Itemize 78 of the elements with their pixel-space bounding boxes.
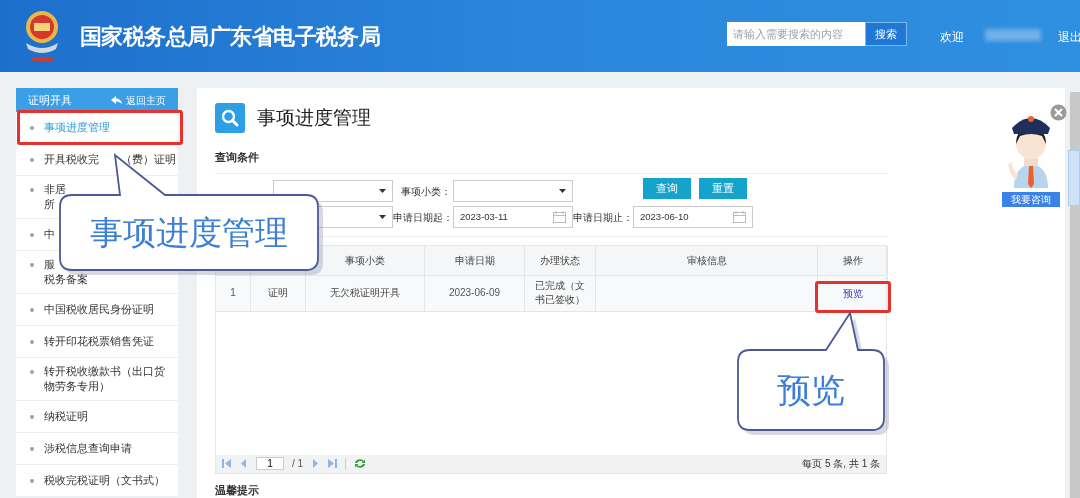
dropdown-caret-icon: [379, 189, 386, 194]
welcome-text: 欢迎: [940, 29, 964, 46]
calendar-icon: [553, 211, 566, 224]
select-field[interactable]: [453, 180, 573, 203]
field-label: 申请日期止：: [573, 211, 631, 226]
sidebar-item[interactable]: 转开印花税票销售凭证: [16, 326, 178, 358]
reply-arrow-icon: [111, 95, 122, 105]
table-cell: 无欠税证明开具: [330, 286, 400, 300]
search-icon: [215, 102, 245, 133]
table-cell-text: 已完成（文书已签收）: [534, 279, 586, 307]
column-header: 办理状态: [540, 253, 580, 268]
callout-text: 预览: [777, 369, 845, 411]
sidebar-item-text: 纳税证明: [44, 409, 88, 424]
column-header: 事项小类: [345, 253, 385, 268]
sidebar-item-text: （费）证明: [121, 152, 176, 167]
pager-summary: 每页 5 条, 共 1 条: [802, 457, 880, 471]
section-heading: 温馨提示: [215, 482, 260, 498]
table-cell: 1: [230, 286, 236, 300]
page-field[interactable]: 1: [256, 457, 284, 470]
bullet-icon: [30, 447, 34, 451]
sidebar-item[interactable]: 税收完税证明（文书式）: [16, 465, 178, 497]
field-label: 申请日期起：: [393, 211, 451, 226]
column-header: 申请日期: [454, 253, 495, 268]
field-label: 事项小类：: [400, 185, 451, 200]
preview-link[interactable]: 预览: [842, 285, 863, 301]
bullet-icon: [30, 415, 34, 419]
bullet-icon: [30, 188, 34, 192]
refresh-icon[interactable]: [354, 458, 367, 469]
bullet-icon: [30, 263, 34, 267]
sidebar-item-text: 转开印花税票销售凭证: [44, 334, 154, 349]
sidebar-item[interactable]: 中国税收居民身份证明: [16, 294, 178, 326]
close-icon[interactable]: [1050, 104, 1067, 121]
side-tab[interactable]: [1068, 150, 1080, 206]
bullet-icon: [30, 370, 34, 374]
bullet-icon: [30, 158, 34, 162]
date-field[interactable]: 2023-03-11: [453, 206, 573, 229]
bullet-icon: [30, 479, 34, 483]
sidebar-item-text: 涉税信息查询申请: [44, 441, 132, 456]
callout-text: 事项进度管理: [90, 212, 288, 253]
page-title: 事项进度管理: [257, 105, 371, 130]
column-header: 审核信息: [686, 253, 727, 268]
site-title: 国家税务总局广东省电子税务局: [80, 22, 381, 51]
dropdown-caret-icon: [379, 215, 386, 220]
bullet-icon: [30, 308, 34, 312]
bullet-icon: [30, 126, 34, 130]
sidebar-item-text: 事项进度管理: [44, 120, 110, 135]
first-page-icon[interactable]: [222, 459, 231, 468]
next-page-icon[interactable]: [311, 459, 321, 468]
date-field[interactable]: 2023-06-10: [633, 206, 753, 229]
sidebar-item-text: 服: [44, 257, 55, 272]
sidebar-item-text: 税收完税证明（文书式）: [44, 473, 165, 488]
consult-button[interactable]: 我要咨询: [1002, 192, 1060, 207]
sidebar-item[interactable]: 转开税收缴款书（出口货 物劳务专用）: [16, 358, 178, 401]
last-page-icon[interactable]: [328, 459, 338, 468]
page-total: / 1: [292, 457, 304, 471]
sidebar-item-text: 中国税收居民身份证明: [44, 302, 154, 317]
search-button[interactable]: 搜索: [865, 22, 907, 46]
sidebar-item[interactable]: 涉税信息查询申请: [16, 433, 178, 465]
dropdown-caret-icon: [559, 189, 566, 194]
table-cell: 2023-06-09: [448, 286, 501, 300]
sidebar-item-text: 开具税收完: [44, 152, 99, 167]
calendar-icon: [733, 211, 746, 224]
column-header: 操作: [842, 253, 863, 268]
sidebar-item[interactable]: 纳税证明: [16, 401, 178, 433]
sidebar-item-text: 中: [44, 227, 55, 242]
bullet-icon: [30, 233, 34, 237]
sidebar-item-text: 物劳务专用）: [44, 379, 110, 394]
bullet-icon: [30, 340, 34, 344]
blurred-username: [985, 29, 1041, 41]
sidebar-item-text: 转开税收缴款书（出口货: [44, 364, 165, 379]
section-heading: 查询条件: [215, 149, 260, 165]
sidebar-item-text: 税务备案: [44, 272, 88, 287]
previous-page-icon[interactable]: [239, 459, 248, 468]
sidebar-item-text: 非居: [44, 182, 66, 197]
sidebar-item-text: 所: [44, 197, 55, 212]
sidebar-title: 证明开具: [28, 92, 72, 108]
search-field[interactable]: 请输入需要搜索的内容: [727, 22, 865, 46]
table-cell: 证明: [268, 286, 288, 300]
